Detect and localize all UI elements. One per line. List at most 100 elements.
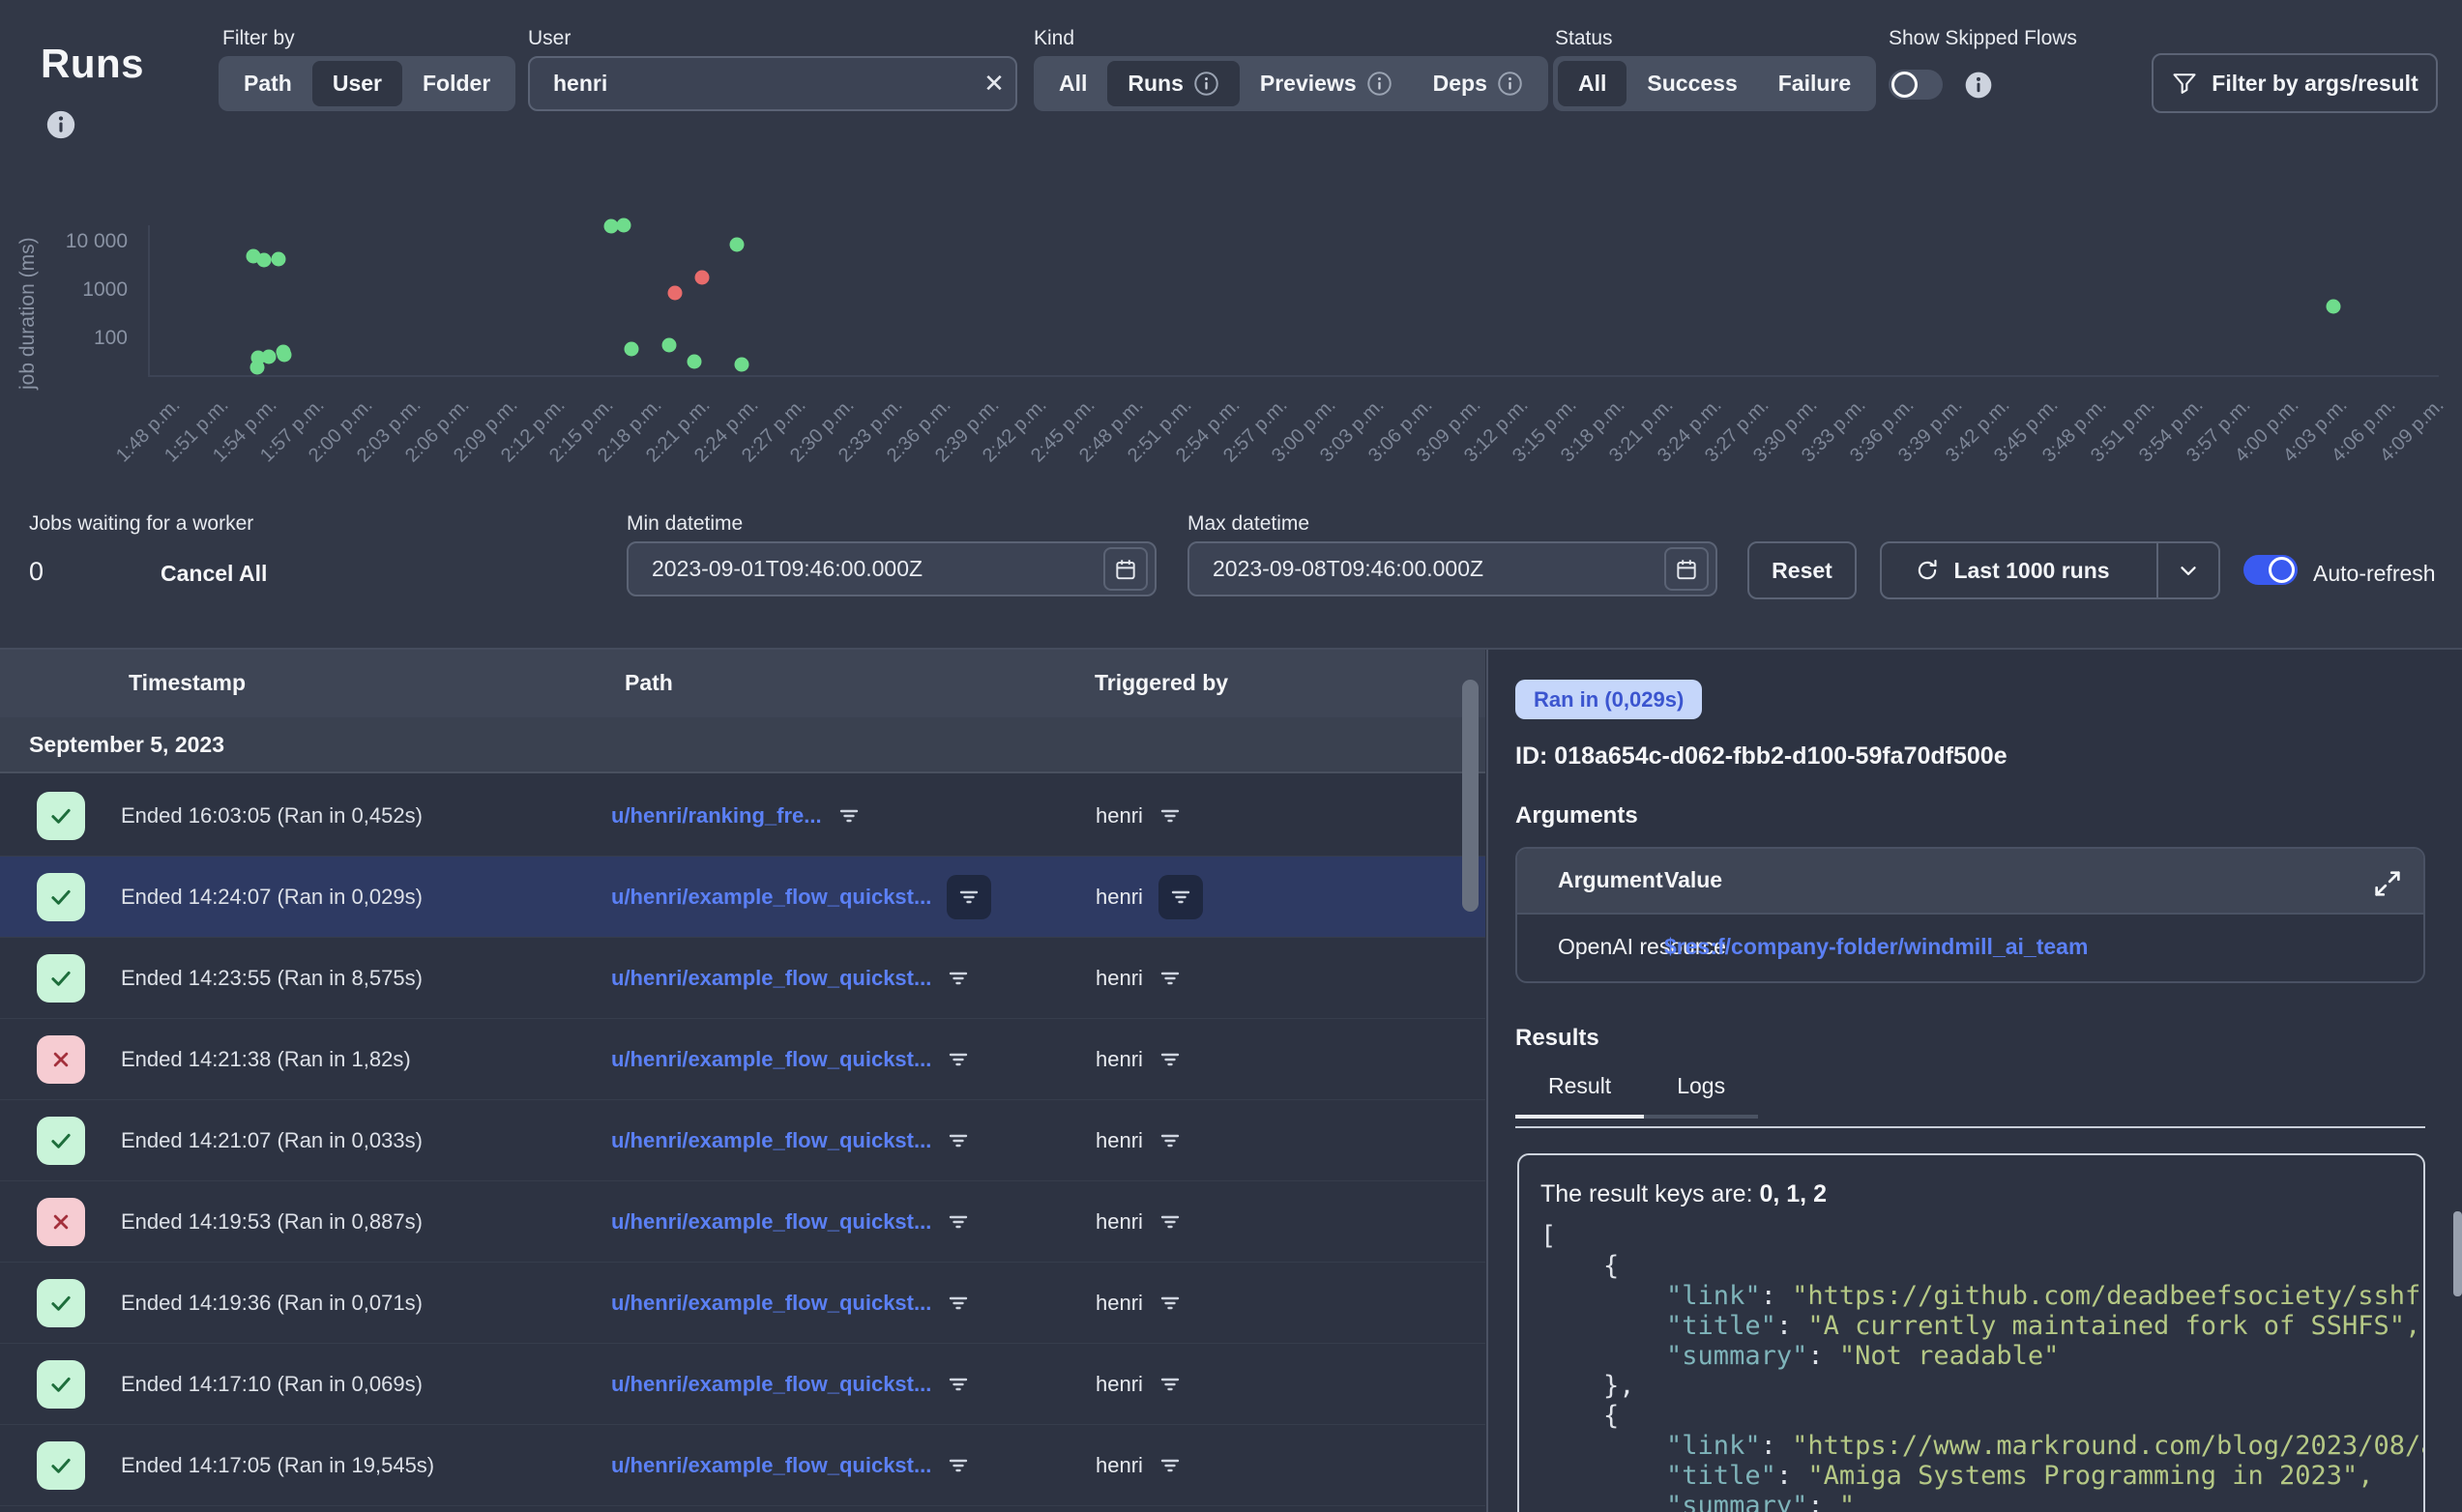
kind-option-runs[interactable]: Runs — [1107, 61, 1240, 106]
path-filter-button[interactable] — [947, 967, 970, 990]
status-segmented: All SuccessFailure — [1553, 56, 1876, 111]
path-cell: u/henri/example_flow_quickst... — [611, 1100, 970, 1181]
filter-icon — [947, 1373, 970, 1396]
max-datetime-value[interactable]: 2023-09-08T09:46:00.000Z — [1189, 556, 1664, 582]
kind-option-all[interactable]: All — [1039, 61, 1107, 106]
scatter-point-success[interactable] — [256, 252, 271, 267]
show-skipped-toggle[interactable] — [1889, 70, 1943, 100]
max-datetime-label: Max datetime — [1187, 512, 1309, 536]
runs-info-icon[interactable] — [44, 108, 77, 146]
user-filter-button[interactable] — [1158, 1048, 1182, 1071]
user-input-wrap: ✕ — [528, 56, 1017, 111]
user-filter-button[interactable] — [1158, 1373, 1182, 1396]
user-filter-button[interactable] — [1158, 1210, 1182, 1234]
run-row[interactable]: Ended 16:03:05 (Ran in 0,452s)u/henri/ra… — [0, 775, 1485, 857]
last-runs-label: Last 1000 runs — [1953, 558, 2109, 584]
run-row[interactable]: Ended 14:23:55 (Ran in 8,575s)u/henri/ex… — [0, 938, 1485, 1019]
run-row[interactable]: Ended 14:19:36 (Ran in 0,071s)u/henri/ex… — [0, 1263, 1485, 1344]
path-cell: u/henri/example_flow_quickst... — [611, 1181, 970, 1263]
scatter-point-success[interactable] — [625, 342, 639, 357]
run-path-link[interactable]: u/henri/example_flow_quickst... — [611, 1209, 931, 1235]
min-calendar-icon[interactable] — [1103, 547, 1148, 591]
scatter-point-success[interactable] — [661, 338, 676, 353]
scatter-point-success[interactable] — [261, 349, 276, 363]
refresh-icon — [1915, 558, 1940, 583]
argument-value-link[interactable]: $res:f/company-folder/windmill_ai_team — [1664, 934, 2088, 960]
user-filter-button[interactable] — [1158, 804, 1182, 828]
run-row[interactable]: Ended 14:17:05 (Ran in 19,545s)u/henri/e… — [0, 1425, 1485, 1506]
scatter-point-success[interactable] — [250, 361, 265, 375]
run-path-link[interactable]: u/henri/example_flow_quickst... — [611, 1291, 931, 1316]
scatter-point-success[interactable] — [276, 345, 290, 360]
run-path-link[interactable]: u/henri/example_flow_quickst... — [611, 966, 931, 991]
chart-x-axis — [148, 375, 2439, 377]
filter-by-segmented: PathUserFolder — [219, 56, 515, 111]
run-path-link[interactable]: u/henri/ranking_fre... — [611, 803, 822, 829]
filter-by-option-folder[interactable]: Folder — [402, 61, 511, 106]
filter-args-button[interactable]: Filter by args/result — [2152, 53, 2438, 113]
status-option-success[interactable]: Success — [1627, 61, 1757, 106]
run-path-link[interactable]: u/henri/example_flow_quickst... — [611, 1453, 931, 1478]
reset-button[interactable]: Reset — [1747, 541, 1857, 599]
kind-option-previews[interactable]: Previews — [1240, 61, 1413, 106]
path-filter-button[interactable] — [947, 1129, 970, 1152]
scatter-point-success[interactable] — [687, 355, 701, 369]
scatter-point-success[interactable] — [730, 238, 745, 252]
user-filter-button[interactable] — [1158, 875, 1203, 919]
scatter-point-success[interactable] — [735, 357, 749, 371]
run-row[interactable]: Ended 14:24:07 (Ran in 0,029s)u/henri/ex… — [0, 857, 1485, 938]
run-row[interactable]: Ended 14:21:07 (Ran in 0,033s)u/henri/ex… — [0, 1100, 1485, 1181]
path-filter-button[interactable] — [947, 1048, 970, 1071]
scatter-point-success[interactable] — [617, 218, 631, 232]
run-row[interactable]: Ended 14:19:53 (Ran in 0,887s)u/henri/ex… — [0, 1181, 1485, 1263]
filter-by-option-user[interactable]: User — [312, 61, 402, 106]
scatter-point-failure[interactable] — [667, 285, 682, 300]
user-filter-button[interactable] — [1158, 1454, 1182, 1477]
cancel-all-button[interactable]: Cancel All — [161, 561, 267, 587]
run-path-link[interactable]: u/henri/example_flow_quickst... — [611, 1372, 931, 1397]
user-input[interactable] — [530, 71, 973, 97]
triggered-by-name: henri — [1096, 803, 1143, 829]
run-path-link[interactable]: u/henri/example_flow_quickst... — [611, 885, 931, 910]
path-filter-button[interactable] — [947, 1292, 970, 1315]
filter-by-option-path[interactable]: Path — [223, 61, 312, 106]
path-filter-button[interactable] — [837, 804, 861, 828]
path-filter-button[interactable] — [947, 875, 991, 919]
status-option-failure[interactable]: Failure — [1758, 61, 1871, 106]
kind-option-deps[interactable]: Deps — [1413, 61, 1543, 106]
last-runs-dropdown-button[interactable] — [2156, 543, 2218, 597]
scatter-point-failure[interactable] — [695, 270, 710, 284]
path-filter-button[interactable] — [947, 1210, 970, 1234]
user-filter-button[interactable] — [1158, 1292, 1182, 1315]
path-filter-button[interactable] — [947, 1454, 970, 1477]
user-filter-button[interactable] — [1158, 1129, 1182, 1152]
scatter-point-success[interactable] — [272, 251, 286, 266]
min-datetime-value[interactable]: 2023-09-01T09:46:00.000Z — [629, 556, 1103, 582]
page-title: Runs — [41, 41, 144, 87]
auto-refresh-toggle[interactable] — [2243, 555, 2298, 585]
skipped-info-icon[interactable] — [1963, 70, 1994, 105]
last-runs-button[interactable]: Last 1000 runs — [1882, 543, 2143, 597]
max-calendar-icon[interactable] — [1664, 547, 1709, 591]
window-scrollbar[interactable] — [2453, 1211, 2462, 1296]
run-path-link[interactable]: u/henri/example_flow_quickst... — [611, 1128, 931, 1153]
status-option-label: All — [1578, 71, 1606, 97]
json-line: }, — [1540, 1371, 2423, 1401]
tab-logs[interactable]: Logs — [1644, 1073, 1758, 1119]
run-row[interactable]: Ended 14:17:10 (Ran in 0,069s)u/henri/ex… — [0, 1344, 1485, 1425]
tab-result[interactable]: Result — [1515, 1073, 1644, 1119]
clear-user-filter-icon[interactable]: ✕ — [973, 69, 1015, 99]
expand-icon[interactable] — [2371, 867, 2404, 906]
run-row[interactable]: Ended 14:21:38 (Ran in 1,82s)u/henri/exa… — [0, 1019, 1485, 1100]
scatter-point-success[interactable] — [2326, 300, 2340, 314]
path-filter-button[interactable] — [947, 1373, 970, 1396]
filter-icon — [947, 1292, 970, 1315]
user-filter-button[interactable] — [1158, 967, 1182, 990]
table-scrollbar[interactable] — [1462, 680, 1479, 912]
runs-table-header: Timestamp Path Triggered by — [0, 650, 1485, 717]
triggered-by-name: henri — [1096, 1372, 1143, 1397]
result-viewer[interactable]: The result keys are: 0, 1, 2 [ { "link":… — [1517, 1153, 2425, 1512]
filter-icon — [947, 1210, 970, 1234]
status-option-all[interactable]: All — [1558, 61, 1627, 106]
run-path-link[interactable]: u/henri/example_flow_quickst... — [611, 1047, 931, 1072]
